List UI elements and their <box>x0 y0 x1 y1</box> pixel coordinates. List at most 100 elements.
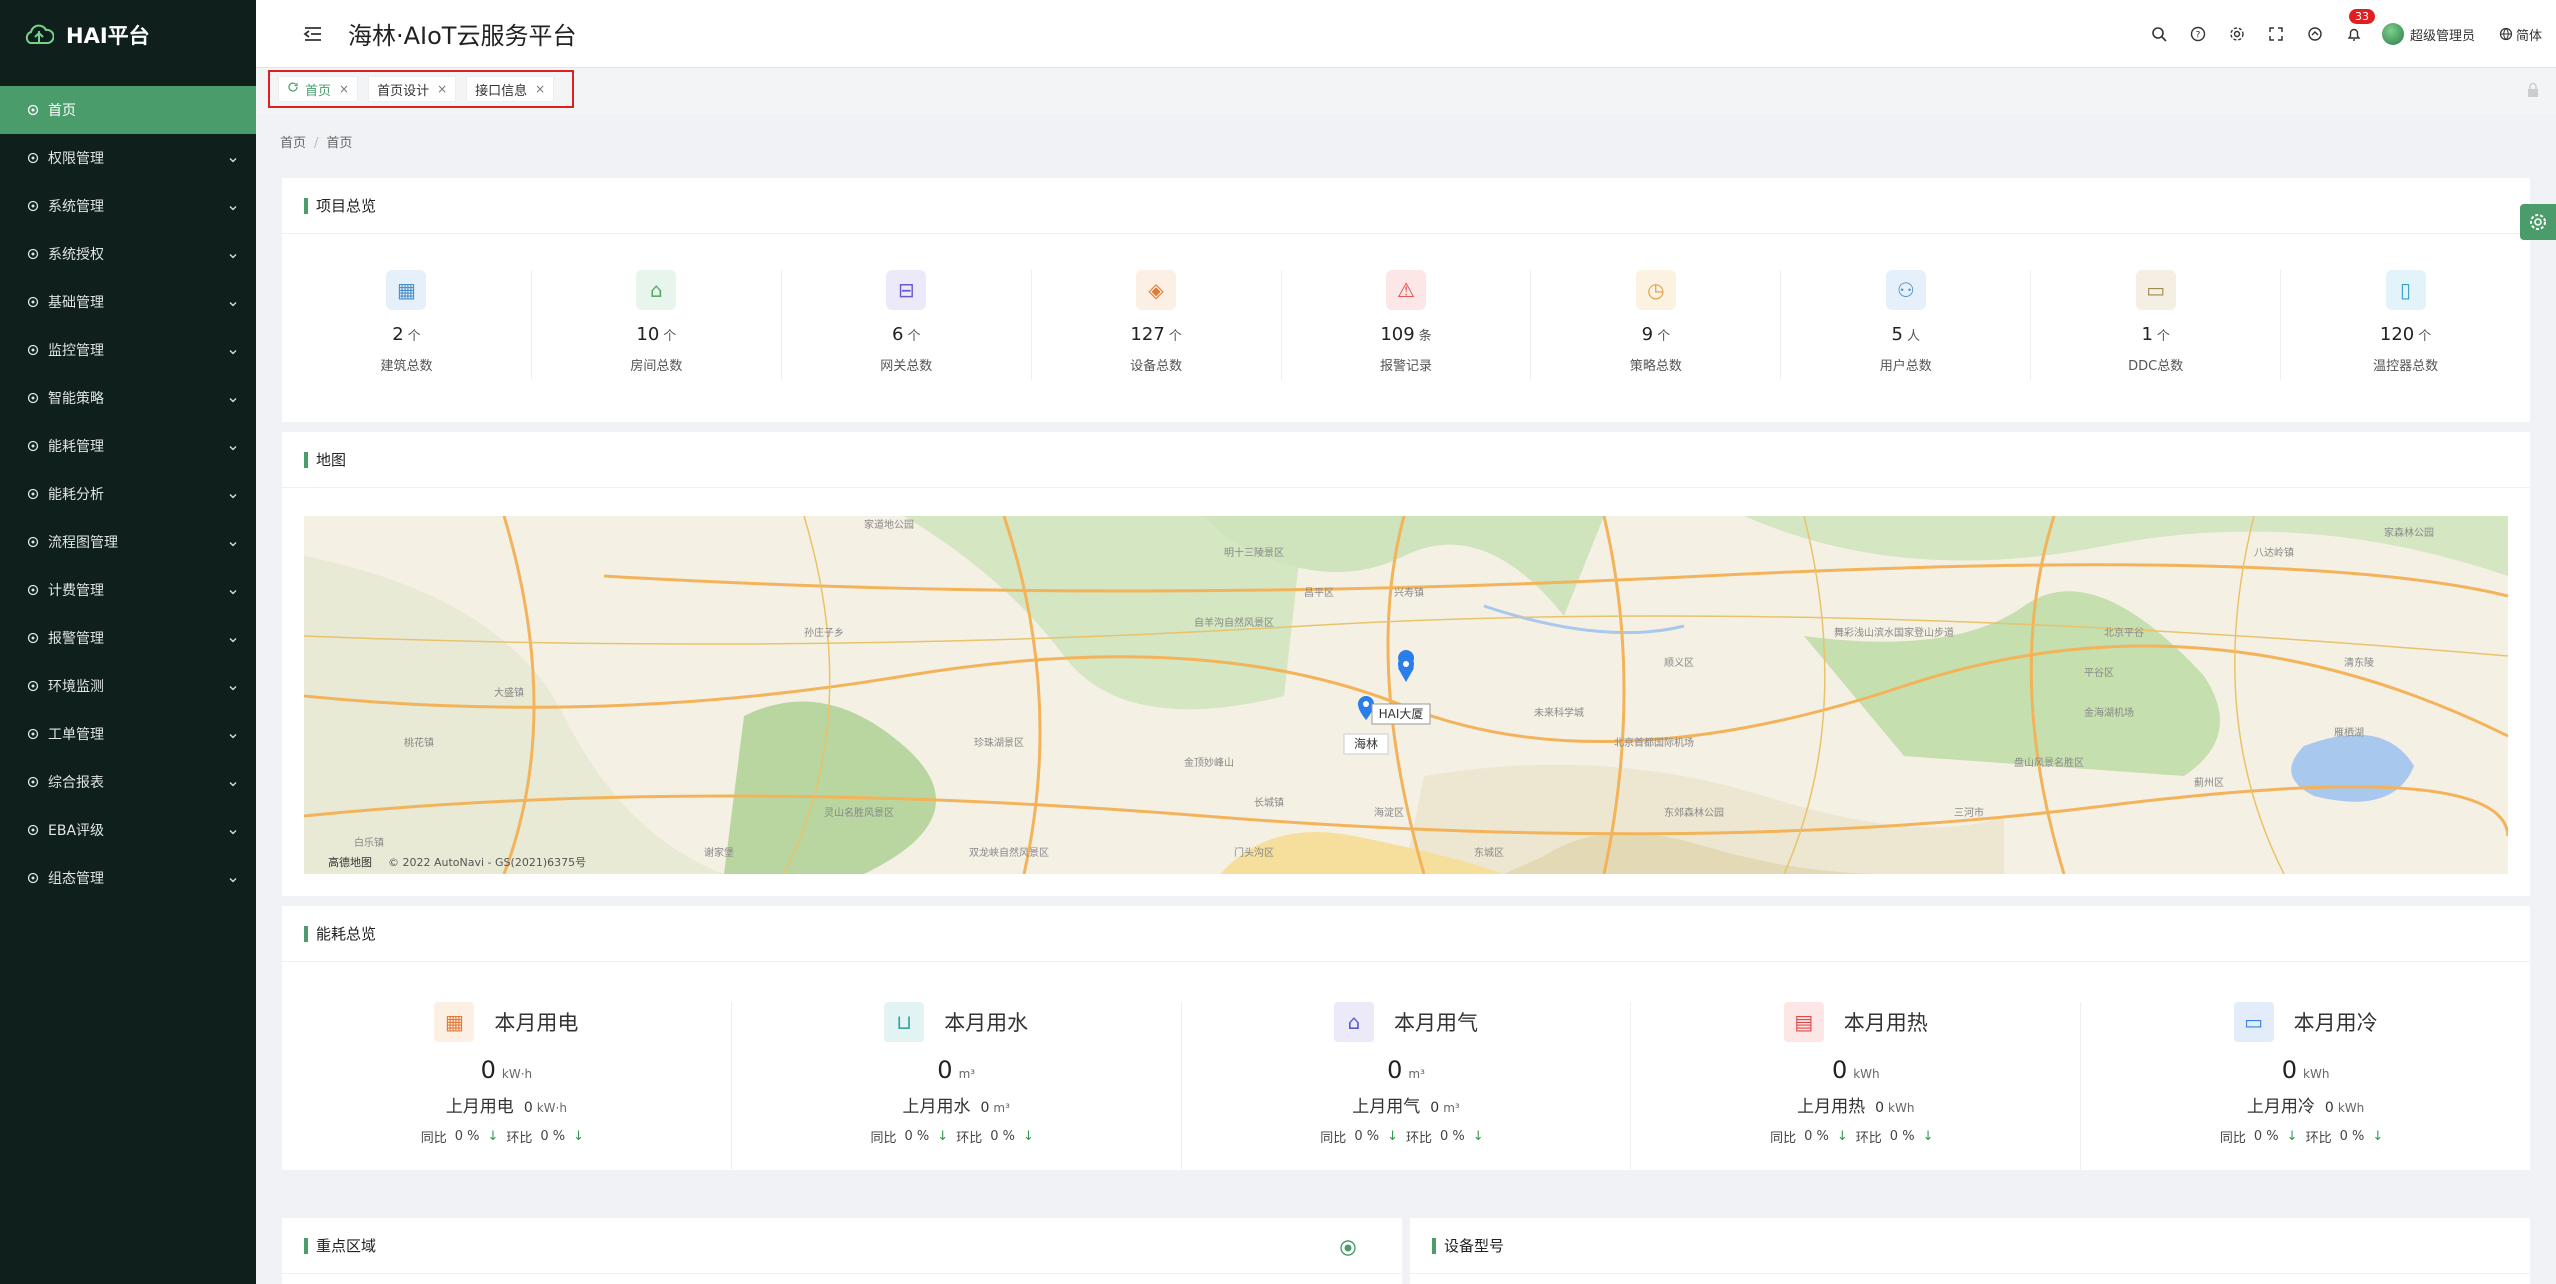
close-icon[interactable]: × <box>339 82 349 96</box>
energy-number: 0 <box>1387 1056 1403 1084</box>
zones-card: 重点区域 <box>282 1218 1402 1284</box>
settings-gear-icon[interactable] <box>2226 23 2248 45</box>
lock-icon[interactable] <box>2526 82 2540 98</box>
last-label: 上月用水 <box>902 1097 971 1117</box>
brand[interactable]: HAI平台 <box>0 0 256 70</box>
sidebar-item-16[interactable]: 组态管理 <box>0 854 256 902</box>
map-place-label: 金顶妙峰山 <box>1184 756 1234 769</box>
last-label: 上月用气 <box>1352 1097 1421 1117</box>
map-attribution: © 2022 AutoNavi - GS(2021)6375号 <box>388 856 586 869</box>
mom-label: 环比 <box>1855 1131 1882 1146</box>
stat-number: 120 <box>2379 324 2415 345</box>
globe-icon <box>2499 27 2513 41</box>
sidebar-item-9[interactable]: 流程图管理 <box>0 518 256 566</box>
tab-0[interactable]: 首页 × <box>278 76 359 102</box>
chevron-down-icon <box>228 249 238 259</box>
avatar[interactable] <box>2381 23 2404 45</box>
sidebar-item-label: 能耗管理 <box>48 439 104 455</box>
sidebar-item-11[interactable]: 报警管理 <box>0 614 256 662</box>
energy-name: 本月用气 <box>1393 1011 1478 1035</box>
last-label: 上月用热 <box>1797 1097 1866 1117</box>
map-place-label: 明十三陵景区 <box>1224 546 1284 559</box>
language-switch[interactable]: 简体 <box>2499 25 2542 44</box>
close-icon[interactable]: × <box>437 82 447 96</box>
sidebar-item-15[interactable]: EBA评级 <box>0 806 256 854</box>
sidebar-item-8[interactable]: 能耗分析 <box>0 470 256 518</box>
stat-number: 109 <box>1380 324 1415 345</box>
sidebar-item-0[interactable]: 首页 <box>0 86 256 134</box>
chevron-down-icon <box>228 201 238 211</box>
sidebar-item-12[interactable]: 环境监测 <box>0 662 256 710</box>
stat-item: ⚠ 109 条报警记录 <box>1282 270 1532 380</box>
marker-label-hai: HAI大厦 <box>1379 707 1424 721</box>
energy-unit: m³ <box>1408 1067 1425 1081</box>
tab-1[interactable]: 首页设计 × <box>368 76 457 102</box>
energy-last-month: 上月用冷 0 kWh <box>2247 1092 2364 1117</box>
energy-unit: kW·h <box>501 1067 533 1081</box>
last-unit: kWh <box>1888 1101 1915 1115</box>
tab-2[interactable]: 接口信息 × <box>466 76 555 102</box>
mom-value: 0 % <box>1440 1129 1465 1144</box>
sidebar-item-5[interactable]: 监控管理 <box>0 326 256 374</box>
stat-number: 5 <box>1891 324 1903 345</box>
map-view[interactable]: 家道地公园 明十三陵景区 昌平区 兴寿镇 顺义区 未来科学城 北京首都国际机场 海淀区 东城区 门… <box>304 516 2508 874</box>
sidebar-item-label: 系统授权 <box>48 247 104 263</box>
tab-label: 接口信息 <box>475 83 528 99</box>
bill-icon <box>26 583 40 597</box>
devices-card: 设备型号 <box>1410 1218 2530 1284</box>
bell-icon[interactable]: 33 <box>2343 9 2375 45</box>
last-unit: m³ <box>993 1101 1010 1115</box>
energy-item: ▤ 本月用热 0 kWh 上月用热 0 kWh 同比 0 % ↓ 环比 0 % ↓ <box>1631 1002 2082 1170</box>
map-place-label: 蓟州区 <box>2194 776 2224 789</box>
settings-icon <box>26 199 40 213</box>
arrow-down-icon: ↓ <box>937 1129 949 1144</box>
mom-label: 环比 <box>956 1131 983 1146</box>
env-icon <box>26 679 40 693</box>
last-value: 0 <box>523 1100 533 1116</box>
stat-number: 10 <box>636 324 660 345</box>
sidebar-item-1[interactable]: 权限管理 <box>0 134 256 182</box>
sidebar-item-4[interactable]: 基础管理 <box>0 278 256 326</box>
map-place-label: 东郊森林公园 <box>1664 806 1724 819</box>
stat-item: ◷ 9 个策略总数 <box>1531 270 1782 380</box>
sidebar-item-13[interactable]: 工单管理 <box>0 710 256 758</box>
sidebar-item-2[interactable]: 系统管理 <box>0 182 256 230</box>
stat-label: 用户总数 <box>1879 359 1932 374</box>
refresh-icon[interactable] <box>287 81 305 97</box>
mom-value: 0 % <box>2339 1129 2365 1144</box>
last-value: 0 <box>1875 1100 1885 1116</box>
close-icon[interactable]: × <box>535 82 545 96</box>
sidebar-item-label: 能耗分析 <box>48 487 104 503</box>
search-icon[interactable] <box>2148 23 2170 45</box>
mom-label: 环比 <box>506 1131 533 1146</box>
stat-label: DDC总数 <box>2128 359 2184 374</box>
map-place-label: 白乐镇 <box>354 836 384 849</box>
menu-fold-icon[interactable] <box>302 23 324 45</box>
energy-number: 0 <box>480 1056 496 1084</box>
sidebar-item-7[interactable]: 能耗管理 <box>0 422 256 470</box>
sidebar-item-10[interactable]: 计费管理 <box>0 566 256 614</box>
energy-compare: 同比 0 % ↓ 环比 0 % ↓ <box>1320 1127 1491 1146</box>
sidebar-item-14[interactable]: 综合报表 <box>0 758 256 806</box>
arrow-down-icon: ↓ <box>2372 1129 2384 1144</box>
energy-stats: ▦ 本月用电 0 kW·h 上月用电 0 kW·h 同比 0 % ↓ 环比 0 % ↓ ⊔ 本月用水 0 m³ 上… <box>282 962 2530 1170</box>
stat-label: 温控器总数 <box>2373 359 2439 374</box>
last-value: 0 <box>1430 1100 1440 1116</box>
help-icon[interactable]: ? <box>2187 23 2209 45</box>
theme-icon[interactable] <box>2304 23 2326 45</box>
yoy-label: 同比 <box>1320 1131 1347 1146</box>
stat-value: 10 个 <box>636 324 676 345</box>
sidebar-item-3[interactable]: 系统授权 <box>0 230 256 278</box>
username[interactable]: 超级管理员 <box>2410 25 2475 44</box>
map-place-label: 桃花镇 <box>404 736 434 749</box>
radio-icon[interactable] <box>1340 1240 1356 1256</box>
chevron-down-icon <box>228 681 238 691</box>
sidebar-item-6[interactable]: 智能策略 <box>0 374 256 422</box>
breadcrumb-home[interactable]: 首页 <box>280 136 306 151</box>
fullscreen-icon[interactable] <box>2265 23 2287 45</box>
license-icon <box>26 247 40 261</box>
sidebar-item-label: 监控管理 <box>48 343 104 359</box>
floating-settings-button[interactable] <box>2520 204 2556 240</box>
header: 海林·AIoT云服务平台 ? 33 超级管理员 简体 <box>256 0 2556 68</box>
sidebar-item-label: 权限管理 <box>48 151 104 167</box>
